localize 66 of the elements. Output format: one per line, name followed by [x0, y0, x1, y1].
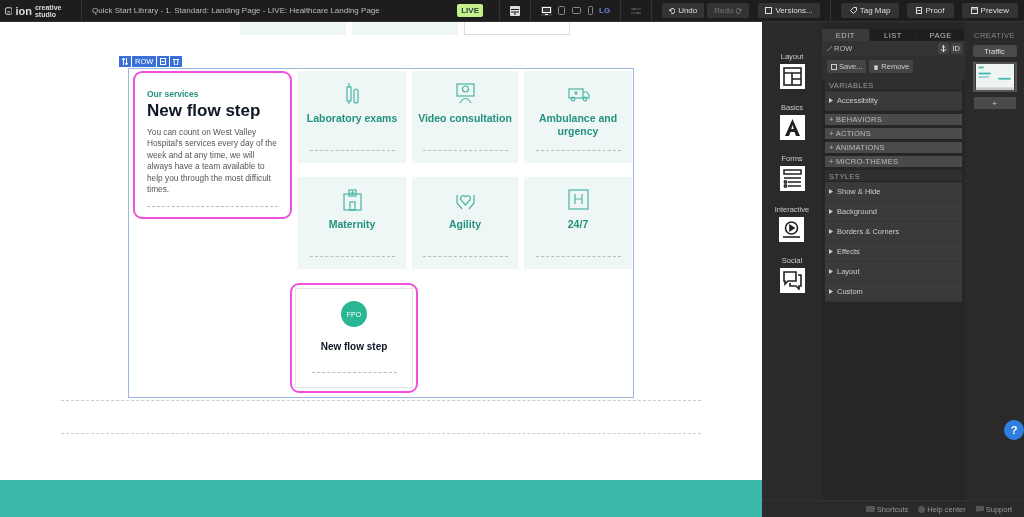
tablet-landscape-icon — [572, 7, 581, 14]
service-label: Ambulance and urgency — [537, 112, 619, 137]
pencil-icon — [827, 46, 832, 51]
triangle-icon — [829, 289, 833, 294]
logo-icon — [5, 6, 13, 15]
service-label: Agility — [448, 218, 482, 231]
form-icon — [782, 169, 802, 188]
live-badge: LIVE — [457, 4, 483, 17]
layout-icon — [782, 67, 802, 86]
keyboard-icon — [865, 506, 875, 512]
redo-icon — [736, 7, 743, 14]
duplicate-button[interactable] — [157, 56, 170, 67]
section-heading: New flow step — [147, 101, 262, 121]
tag-icon — [849, 7, 857, 14]
phone-icon — [588, 6, 593, 15]
service-label: Laboratory exams — [306, 112, 398, 125]
service-label: Maternity — [328, 218, 376, 231]
triangle-icon — [829, 249, 833, 254]
triangle-icon — [829, 269, 833, 274]
letter-a-icon — [782, 118, 802, 137]
phone-view-button[interactable] — [587, 5, 594, 16]
preview-button[interactable]: Preview — [961, 3, 1018, 18]
hospital-sign-icon — [565, 187, 591, 212]
move-handle[interactable] — [119, 56, 131, 67]
document-icon — [916, 7, 923, 14]
chat-bubbles-icon — [782, 271, 802, 290]
intro-paragraph: You can count on West Valley Hospital's services every day of the week and at any time, we will always have a team available to help you through the most difficult times. — [147, 127, 278, 196]
play-icon — [782, 220, 802, 239]
anchor-button[interactable] — [937, 43, 949, 54]
floppy-icon — [831, 63, 837, 70]
undo-button[interactable]: Undo — [662, 3, 705, 18]
undo-icon — [669, 7, 676, 14]
service-label: 24/7 — [567, 218, 589, 231]
size-label: LG — [599, 6, 611, 15]
add-creative-button[interactable]: + — [973, 97, 1016, 109]
tablet-view-button[interactable] — [557, 5, 566, 16]
delete-button[interactable] — [170, 56, 183, 67]
landscape-view-button[interactable] — [571, 6, 582, 15]
proof-button[interactable]: Proof — [907, 3, 954, 18]
page-thumbnail[interactable] — [972, 62, 1017, 92]
anchor-icon — [939, 45, 947, 52]
breadcrumb: Quick Start Library - 1. Standard: Landing Page - LIVE: Healthcare Landing Page — [92, 6, 381, 15]
triangle-icon — [829, 229, 833, 234]
help-icon — [918, 505, 926, 513]
table-icon[interactable] — [510, 5, 520, 16]
copy-icon — [160, 58, 167, 65]
versions-button[interactable]: Versions... — [758, 3, 820, 18]
window-icon — [970, 7, 978, 14]
triangle-icon — [829, 98, 833, 103]
sliders-icon[interactable] — [631, 6, 642, 15]
triangle-icon — [829, 189, 833, 194]
image-icon — [765, 7, 773, 14]
eyebrow-text: Our services — [147, 89, 200, 99]
arrows-icon — [122, 58, 128, 65]
trash-icon — [873, 63, 880, 70]
monitor-icon — [542, 6, 551, 15]
triangle-icon — [829, 209, 833, 214]
step-title: New flow step — [320, 341, 388, 352]
desktop-view-button[interactable] — [541, 5, 552, 16]
logo-text: ion — [15, 4, 32, 17]
service-label: Video consultation — [418, 112, 512, 125]
tag-map-button[interactable]: Tag Map — [840, 3, 900, 18]
trash-icon — [173, 58, 180, 65]
help-button[interactable]: ? — [1004, 420, 1024, 440]
chat-icon — [975, 505, 984, 513]
tablet-icon — [558, 6, 565, 15]
